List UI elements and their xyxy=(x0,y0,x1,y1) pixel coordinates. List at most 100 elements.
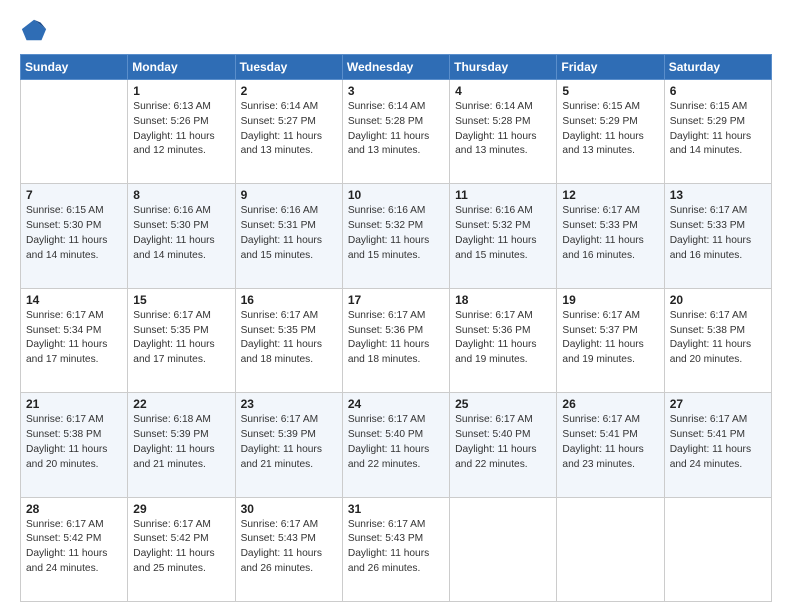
day-info: Sunrise: 6:13 AMSunset: 5:26 PMDaylight:… xyxy=(133,100,229,159)
day-number: 22 xyxy=(133,397,229,411)
day-number: 11 xyxy=(455,188,551,202)
calendar-cell: 10 Sunrise: 6:16 AMSunset: 5:32 PMDaylig… xyxy=(342,184,449,288)
day-info: Sunrise: 6:17 AMSunset: 5:40 PMDaylight:… xyxy=(348,413,444,472)
calendar-cell: 4 Sunrise: 6:14 AMSunset: 5:28 PMDayligh… xyxy=(450,80,557,184)
logo xyxy=(20,16,52,44)
calendar-cell: 1 Sunrise: 6:13 AMSunset: 5:26 PMDayligh… xyxy=(128,80,235,184)
day-number: 31 xyxy=(348,502,444,516)
calendar-cell: 20 Sunrise: 6:17 AMSunset: 5:38 PMDaylig… xyxy=(664,288,771,392)
day-info: Sunrise: 6:17 AMSunset: 5:40 PMDaylight:… xyxy=(455,413,551,472)
day-number: 26 xyxy=(562,397,658,411)
calendar-cell xyxy=(450,497,557,601)
day-info: Sunrise: 6:17 AMSunset: 5:41 PMDaylight:… xyxy=(562,413,658,472)
weekday-header-sunday: Sunday xyxy=(21,55,128,80)
calendar-cell: 23 Sunrise: 6:17 AMSunset: 5:39 PMDaylig… xyxy=(235,393,342,497)
header xyxy=(20,16,772,44)
day-number: 17 xyxy=(348,293,444,307)
day-info: Sunrise: 6:17 AMSunset: 5:38 PMDaylight:… xyxy=(26,413,122,472)
day-info: Sunrise: 6:17 AMSunset: 5:36 PMDaylight:… xyxy=(455,309,551,368)
day-info: Sunrise: 6:17 AMSunset: 5:33 PMDaylight:… xyxy=(670,204,766,263)
weekday-header-tuesday: Tuesday xyxy=(235,55,342,80)
day-info: Sunrise: 6:17 AMSunset: 5:36 PMDaylight:… xyxy=(348,309,444,368)
calendar-cell: 24 Sunrise: 6:17 AMSunset: 5:40 PMDaylig… xyxy=(342,393,449,497)
day-number: 28 xyxy=(26,502,122,516)
day-info: Sunrise: 6:17 AMSunset: 5:35 PMDaylight:… xyxy=(133,309,229,368)
week-row-4: 21 Sunrise: 6:17 AMSunset: 5:38 PMDaylig… xyxy=(21,393,772,497)
calendar-cell: 19 Sunrise: 6:17 AMSunset: 5:37 PMDaylig… xyxy=(557,288,664,392)
calendar-cell: 17 Sunrise: 6:17 AMSunset: 5:36 PMDaylig… xyxy=(342,288,449,392)
calendar-cell: 9 Sunrise: 6:16 AMSunset: 5:31 PMDayligh… xyxy=(235,184,342,288)
day-info: Sunrise: 6:16 AMSunset: 5:32 PMDaylight:… xyxy=(455,204,551,263)
calendar-cell: 29 Sunrise: 6:17 AMSunset: 5:42 PMDaylig… xyxy=(128,497,235,601)
calendar-cell: 25 Sunrise: 6:17 AMSunset: 5:40 PMDaylig… xyxy=(450,393,557,497)
calendar-cell: 16 Sunrise: 6:17 AMSunset: 5:35 PMDaylig… xyxy=(235,288,342,392)
page: SundayMondayTuesdayWednesdayThursdayFrid… xyxy=(0,0,792,612)
day-info: Sunrise: 6:17 AMSunset: 5:43 PMDaylight:… xyxy=(241,518,337,577)
calendar-table: SundayMondayTuesdayWednesdayThursdayFrid… xyxy=(20,54,772,602)
day-info: Sunrise: 6:14 AMSunset: 5:27 PMDaylight:… xyxy=(241,100,337,159)
week-row-5: 28 Sunrise: 6:17 AMSunset: 5:42 PMDaylig… xyxy=(21,497,772,601)
weekday-header-saturday: Saturday xyxy=(664,55,771,80)
day-info: Sunrise: 6:17 AMSunset: 5:34 PMDaylight:… xyxy=(26,309,122,368)
day-number: 2 xyxy=(241,84,337,98)
day-number: 23 xyxy=(241,397,337,411)
day-info: Sunrise: 6:14 AMSunset: 5:28 PMDaylight:… xyxy=(455,100,551,159)
day-info: Sunrise: 6:15 AMSunset: 5:29 PMDaylight:… xyxy=(670,100,766,159)
calendar-cell: 14 Sunrise: 6:17 AMSunset: 5:34 PMDaylig… xyxy=(21,288,128,392)
day-number: 5 xyxy=(562,84,658,98)
calendar-cell: 3 Sunrise: 6:14 AMSunset: 5:28 PMDayligh… xyxy=(342,80,449,184)
day-number: 6 xyxy=(670,84,766,98)
day-number: 10 xyxy=(348,188,444,202)
weekday-header-thursday: Thursday xyxy=(450,55,557,80)
day-info: Sunrise: 6:17 AMSunset: 5:37 PMDaylight:… xyxy=(562,309,658,368)
week-row-3: 14 Sunrise: 6:17 AMSunset: 5:34 PMDaylig… xyxy=(21,288,772,392)
day-number: 15 xyxy=(133,293,229,307)
day-number: 29 xyxy=(133,502,229,516)
day-number: 13 xyxy=(670,188,766,202)
day-number: 18 xyxy=(455,293,551,307)
day-info: Sunrise: 6:15 AMSunset: 5:29 PMDaylight:… xyxy=(562,100,658,159)
calendar-cell xyxy=(664,497,771,601)
day-number: 30 xyxy=(241,502,337,516)
day-number: 20 xyxy=(670,293,766,307)
calendar-cell: 5 Sunrise: 6:15 AMSunset: 5:29 PMDayligh… xyxy=(557,80,664,184)
day-number: 12 xyxy=(562,188,658,202)
weekday-header-friday: Friday xyxy=(557,55,664,80)
day-info: Sunrise: 6:17 AMSunset: 5:39 PMDaylight:… xyxy=(241,413,337,472)
calendar-cell: 12 Sunrise: 6:17 AMSunset: 5:33 PMDaylig… xyxy=(557,184,664,288)
day-info: Sunrise: 6:17 AMSunset: 5:38 PMDaylight:… xyxy=(670,309,766,368)
day-info: Sunrise: 6:17 AMSunset: 5:35 PMDaylight:… xyxy=(241,309,337,368)
calendar-cell: 26 Sunrise: 6:17 AMSunset: 5:41 PMDaylig… xyxy=(557,393,664,497)
calendar-cell: 11 Sunrise: 6:16 AMSunset: 5:32 PMDaylig… xyxy=(450,184,557,288)
day-number: 24 xyxy=(348,397,444,411)
day-info: Sunrise: 6:17 AMSunset: 5:43 PMDaylight:… xyxy=(348,518,444,577)
day-info: Sunrise: 6:16 AMSunset: 5:31 PMDaylight:… xyxy=(241,204,337,263)
day-info: Sunrise: 6:17 AMSunset: 5:42 PMDaylight:… xyxy=(133,518,229,577)
day-number: 27 xyxy=(670,397,766,411)
day-number: 4 xyxy=(455,84,551,98)
day-info: Sunrise: 6:14 AMSunset: 5:28 PMDaylight:… xyxy=(348,100,444,159)
calendar-cell: 13 Sunrise: 6:17 AMSunset: 5:33 PMDaylig… xyxy=(664,184,771,288)
day-number: 21 xyxy=(26,397,122,411)
day-number: 7 xyxy=(26,188,122,202)
calendar-cell: 7 Sunrise: 6:15 AMSunset: 5:30 PMDayligh… xyxy=(21,184,128,288)
weekday-header-wednesday: Wednesday xyxy=(342,55,449,80)
week-row-2: 7 Sunrise: 6:15 AMSunset: 5:30 PMDayligh… xyxy=(21,184,772,288)
weekday-header-row: SundayMondayTuesdayWednesdayThursdayFrid… xyxy=(21,55,772,80)
calendar-cell: 2 Sunrise: 6:14 AMSunset: 5:27 PMDayligh… xyxy=(235,80,342,184)
day-number: 16 xyxy=(241,293,337,307)
day-number: 3 xyxy=(348,84,444,98)
day-info: Sunrise: 6:15 AMSunset: 5:30 PMDaylight:… xyxy=(26,204,122,263)
week-row-1: 1 Sunrise: 6:13 AMSunset: 5:26 PMDayligh… xyxy=(21,80,772,184)
day-info: Sunrise: 6:17 AMSunset: 5:42 PMDaylight:… xyxy=(26,518,122,577)
calendar-cell: 28 Sunrise: 6:17 AMSunset: 5:42 PMDaylig… xyxy=(21,497,128,601)
calendar-cell: 27 Sunrise: 6:17 AMSunset: 5:41 PMDaylig… xyxy=(664,393,771,497)
calendar-cell xyxy=(21,80,128,184)
weekday-header-monday: Monday xyxy=(128,55,235,80)
day-info: Sunrise: 6:18 AMSunset: 5:39 PMDaylight:… xyxy=(133,413,229,472)
calendar-cell: 8 Sunrise: 6:16 AMSunset: 5:30 PMDayligh… xyxy=(128,184,235,288)
calendar-cell: 15 Sunrise: 6:17 AMSunset: 5:35 PMDaylig… xyxy=(128,288,235,392)
day-number: 14 xyxy=(26,293,122,307)
day-info: Sunrise: 6:17 AMSunset: 5:41 PMDaylight:… xyxy=(670,413,766,472)
day-number: 8 xyxy=(133,188,229,202)
